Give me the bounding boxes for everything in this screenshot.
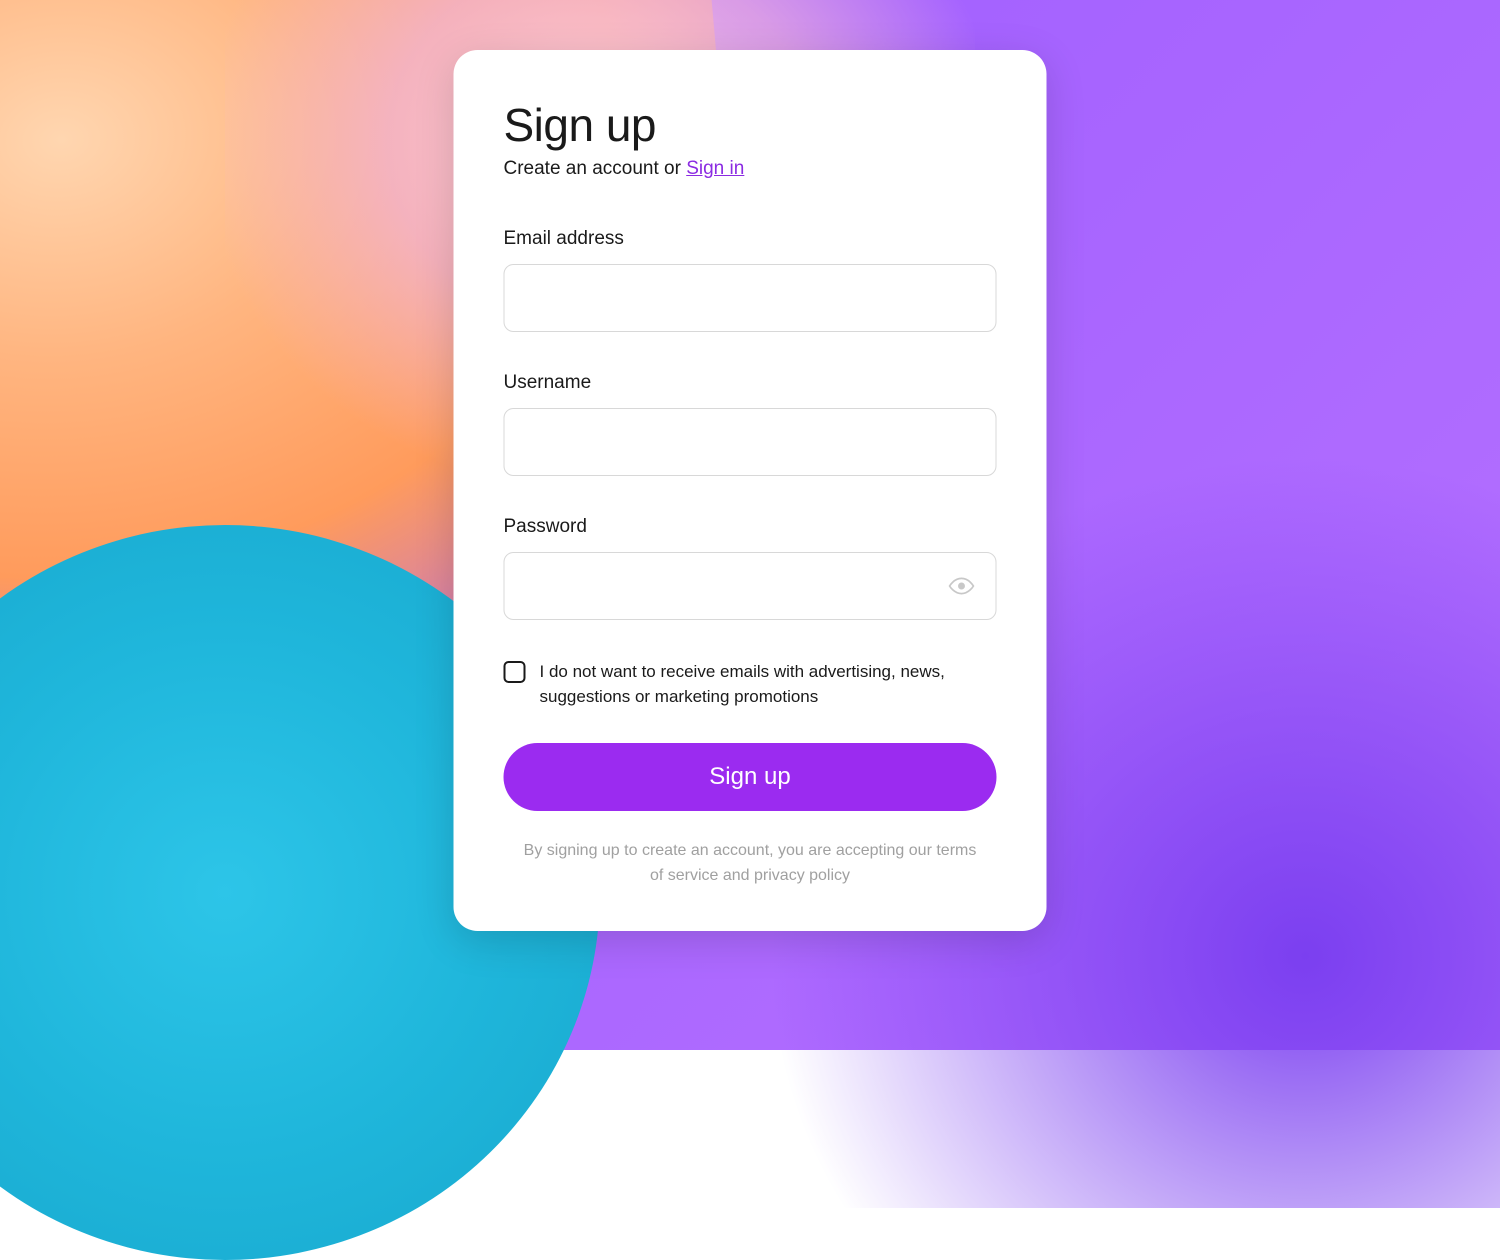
signup-button[interactable]: Sign up — [504, 743, 997, 811]
signup-card: Sign up Create an account or Sign in Ema… — [454, 50, 1047, 931]
signin-link[interactable]: Sign in — [686, 158, 744, 179]
subtitle: Create an account or Sign in — [504, 158, 997, 180]
eye-icon — [949, 573, 975, 599]
marketing-optout-row: I do not want to receive emails with adv… — [504, 660, 997, 709]
marketing-optout-checkbox[interactable] — [504, 661, 526, 683]
password-group: Password — [504, 516, 997, 620]
toggle-password-visibility-button[interactable] — [945, 569, 979, 603]
username-field[interactable] — [504, 408, 997, 476]
marketing-optout-label[interactable]: I do not want to receive emails with adv… — [540, 660, 997, 709]
username-group: Username — [504, 372, 997, 476]
terms-text: By signing up to create an account, you … — [504, 839, 997, 889]
password-label: Password — [504, 516, 997, 538]
password-field[interactable] — [504, 552, 997, 620]
email-field[interactable] — [504, 264, 997, 332]
username-label: Username — [504, 372, 997, 394]
page-title: Sign up — [504, 98, 997, 152]
email-group: Email address — [504, 228, 997, 332]
subtitle-prefix: Create an account or — [504, 158, 687, 179]
email-label: Email address — [504, 228, 997, 250]
